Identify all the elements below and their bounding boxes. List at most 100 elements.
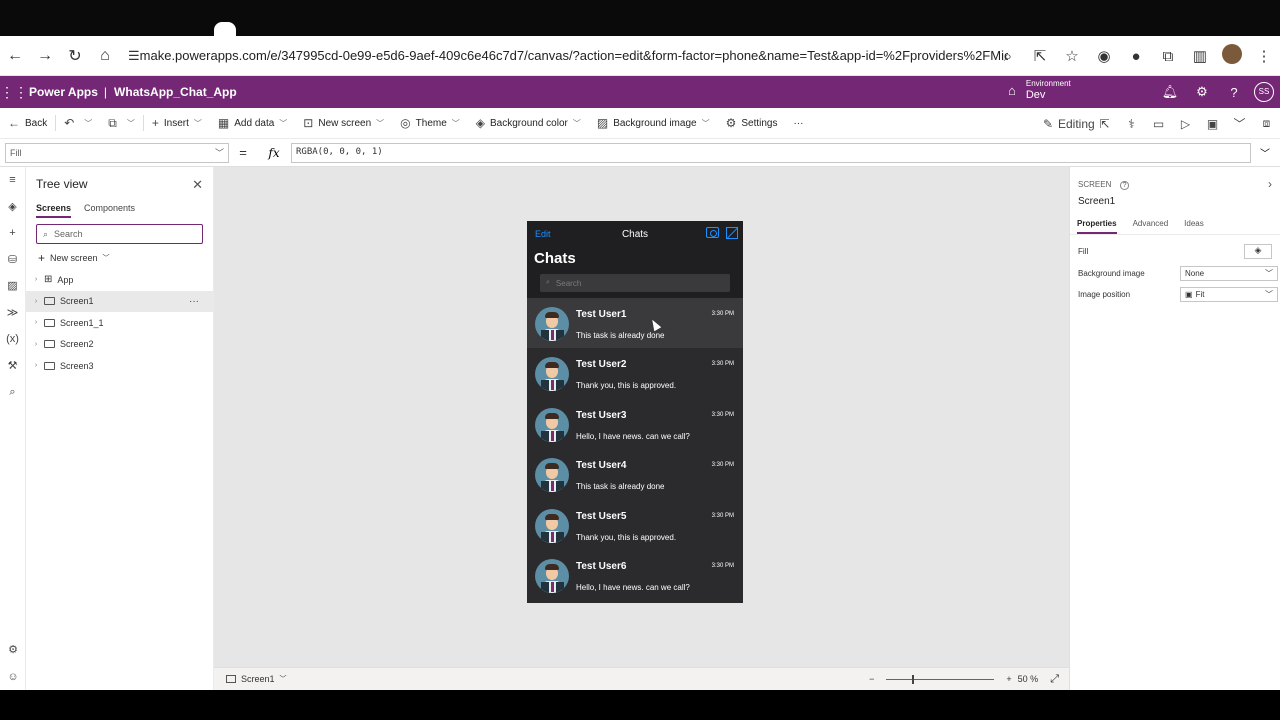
chevron-right-icon[interactable]: › <box>30 319 42 326</box>
theme-button[interactable]: ◎ Theme ﹀ <box>392 108 468 139</box>
chevron-right-icon[interactable]: › <box>30 362 42 369</box>
zoom-slider-thumb[interactable] <box>912 674 915 684</box>
reload-icon[interactable]: ↻ <box>60 46 90 66</box>
zoom-percentage[interactable]: 50 % <box>1018 674 1039 684</box>
tab-advanced[interactable]: Advanced <box>1133 219 1169 234</box>
notification-bell-icon[interactable]: 🔔︎ <box>1154 84 1186 100</box>
more-options-icon[interactable]: ··· <box>189 296 199 307</box>
chat-list-item[interactable]: Test User2 3:30 PM Thank you, this is ap… <box>527 348 743 398</box>
insert-button[interactable]: + Insert ﹀ <box>144 108 210 139</box>
tree-item-screen3[interactable]: › Screen3 <box>26 355 213 377</box>
more-commands-button[interactable]: ··· <box>785 108 811 139</box>
tree-item-screen1[interactable]: › Screen1 ··· <box>26 290 213 312</box>
new-screen-button[interactable]: + New screen ﹀ <box>26 244 213 266</box>
new-screen-button[interactable]: ⊡ New screen ﹀ <box>295 108 392 139</box>
home-icon[interactable]: ⌂ <box>90 47 120 65</box>
share-icon[interactable]: ⇱ <box>1091 117 1118 131</box>
tab-properties[interactable]: Properties <box>1077 219 1117 234</box>
tree-item-screen2[interactable]: › Screen2 <box>26 334 213 356</box>
site-settings-icon[interactable]: ☰ <box>128 48 140 64</box>
chevron-right-icon[interactable]: › <box>30 276 42 283</box>
media-icon[interactable]: ▨ <box>0 273 25 300</box>
undo-button[interactable]: ↶ ﹀ <box>56 108 100 139</box>
app-name: WhatsApp_Chat_App <box>114 85 237 99</box>
environment-picker[interactable]: ⌂ Environment Dev <box>1008 79 1071 102</box>
chevron-right-icon[interactable]: › <box>30 298 42 305</box>
virtual-agent-icon[interactable]: ☺ <box>0 664 26 691</box>
background-image-dropdown[interactable]: None ﹀ <box>1180 265 1278 281</box>
add-data-button[interactable]: ▦ Add data ﹀ <box>210 108 295 139</box>
phone-screen-preview[interactable]: Edit Chats Chats ⌕ Search Test User1 3:3… <box>527 221 743 603</box>
fx-button[interactable]: fx <box>257 146 291 160</box>
zoom-in-button[interactable]: + <box>1006 674 1011 684</box>
chat-list-item[interactable]: Test User5 3:30 PM Thank you, this is ap… <box>527 500 743 550</box>
data-icon[interactable]: ⛁ <box>0 247 25 274</box>
expand-formula-icon[interactable]: ﹀ <box>1255 145 1275 160</box>
tree-item-app[interactable]: › ⊞ App <box>26 269 213 291</box>
chevron-down-icon[interactable]: ﹀ <box>1226 115 1253 132</box>
help-icon[interactable]: ? <box>1119 181 1130 190</box>
tab-screens[interactable]: Screens <box>36 203 72 218</box>
zoom-out-button[interactable]: − <box>869 674 874 684</box>
user-avatar[interactable]: SS <box>1254 82 1274 102</box>
back-arrow-icon[interactable]: ← <box>0 47 30 65</box>
chat-list-item[interactable]: Test User3 3:30 PM Hello, I have news. c… <box>527 399 743 449</box>
image-position-dropdown[interactable]: ▣ Fit ﹀ <box>1180 287 1278 303</box>
chevron-right-icon[interactable]: › <box>30 341 42 348</box>
copy-button[interactable]: ⧉ ﹀ <box>100 108 143 139</box>
tab-ideas[interactable]: Ideas <box>1184 219 1204 234</box>
background-color-button[interactable]: ◈ Background color ﹀ <box>468 108 589 139</box>
forward-arrow-icon[interactable]: → <box>30 47 60 65</box>
search-icon[interactable]: ⌕ <box>0 379 25 406</box>
settings-button[interactable]: ⚙ Settings <box>718 108 786 139</box>
extension-icon[interactable]: ◉ <box>1088 47 1120 65</box>
screen-selector[interactable]: Screen1 ﹀ <box>226 674 287 684</box>
property-dropdown[interactable]: Fill ﹀ <box>5 142 229 163</box>
extensions-puzzle-icon[interactable]: ⧉ <box>1152 48 1184 65</box>
share-icon[interactable]: ⇱ <box>1024 47 1056 65</box>
settings-gear-icon[interactable]: ⚙ <box>0 637 26 664</box>
chat-list-item[interactable]: Test User4 3:30 PM This task is already … <box>527 449 743 499</box>
app-checker-icon[interactable]: ⚕ <box>1118 117 1145 131</box>
close-icon[interactable]: ✕ <box>192 177 203 193</box>
compose-icon[interactable] <box>726 227 738 239</box>
address-bar[interactable]: ☰ make.powerapps.com/e/347995cd-0e99-e5d… <box>128 48 1008 64</box>
publish-icon[interactable]: ⧈ <box>1253 116 1280 131</box>
extension-badge-icon[interactable]: ● <box>1120 48 1152 65</box>
profile-avatar[interactable] <box>1216 44 1248 68</box>
chat-list-item[interactable]: Test User1 3:30 PM This task is already … <box>527 298 743 349</box>
formula-input[interactable]: RGBA(0, 0, 0, 1) <box>291 142 1251 163</box>
power-automate-icon[interactable]: ≫ <box>0 300 25 327</box>
browser-menu-icon[interactable]: ⋮ <box>1248 47 1280 65</box>
zoom-slider[interactable] <box>886 674 995 684</box>
edit-link[interactable]: Edit <box>535 229 551 239</box>
app-launcher-icon[interactable]: ⋮⋮ <box>0 84 28 101</box>
editing-status[interactable]: ✎ Editing <box>1037 108 1095 139</box>
tree-item-screen1-1[interactable]: › Screen1_1 <box>26 312 213 334</box>
collapse-panel-icon[interactable]: › <box>1268 177 1272 191</box>
background-image-button[interactable]: ▨ Background image ﹀ <box>589 108 718 139</box>
fit-to-window-icon[interactable]: ⤢ <box>1050 673 1059 686</box>
variables-icon[interactable]: (x) <box>0 326 25 353</box>
chat-list-item[interactable]: Test User6 3:30 PM Hello, I have news. c… <box>527 550 743 600</box>
settings-gear-icon[interactable]: ⚙ <box>1186 84 1218 100</box>
comments-icon[interactable]: ▭ <box>1145 117 1172 131</box>
help-icon[interactable]: ? <box>1218 85 1250 100</box>
tree-search-input[interactable]: ⌕ Search <box>36 224 203 244</box>
play-preview-icon[interactable]: ▷ <box>1172 117 1199 131</box>
back-button[interactable]: ← Back <box>0 108 55 139</box>
plus-icon: + <box>38 251 46 265</box>
browser-tab[interactable] <box>214 22 236 36</box>
tab-components[interactable]: Components <box>84 203 135 218</box>
bookmark-star-icon[interactable]: ☆ <box>1056 47 1088 65</box>
chat-search-input[interactable]: ⌕ Search <box>540 274 730 292</box>
insert-plus-icon[interactable]: + <box>0 220 25 247</box>
fill-color-picker[interactable]: ◈ <box>1244 244 1272 260</box>
zoom-search-icon[interactable]: ⌕ <box>992 48 1024 65</box>
hamburger-icon[interactable]: ≡ <box>0 167 25 194</box>
layers-icon[interactable]: ◈ <box>0 194 25 221</box>
camera-icon[interactable] <box>706 227 719 238</box>
side-panel-icon[interactable]: ▥ <box>1184 47 1216 65</box>
save-icon[interactable]: ▣ <box>1199 117 1226 131</box>
tools-icon[interactable]: ⚒ <box>0 353 25 380</box>
